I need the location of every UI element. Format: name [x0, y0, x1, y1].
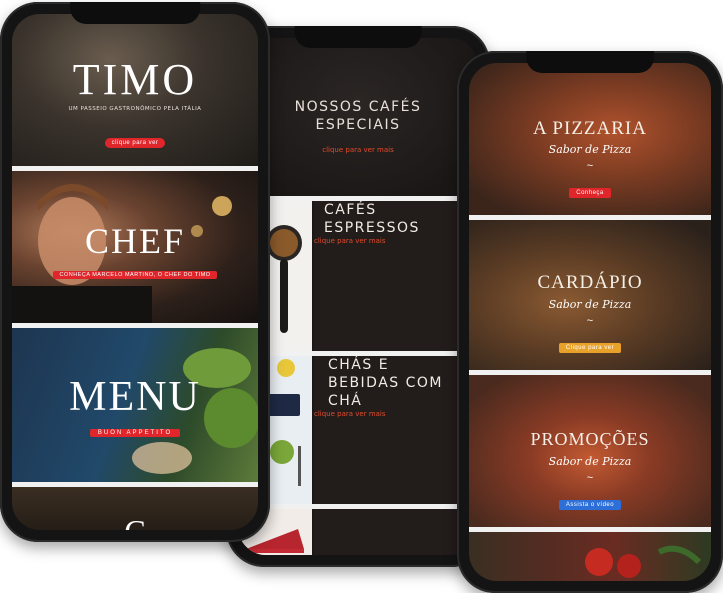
pizzaria-ornament: ~	[586, 160, 594, 172]
promocoes-panel[interactable]: PROMOÇÕES Sabor de Pizza ~ Assista o víd…	[469, 375, 711, 527]
chef-title: CHEF	[84, 221, 186, 261]
phone-screen: TIMO UM PASSEIO GASTRONÔMICO PELA ITÁLIA…	[12, 14, 258, 530]
menu-title: MENU	[69, 374, 201, 420]
menu-panel[interactable]: MENU BUON APPETITO	[12, 328, 258, 482]
chas-title: CHÁS E BEBIDAS COM CHÁ	[328, 357, 444, 409]
coffee-header-link[interactable]: clique para ver mais	[238, 146, 478, 154]
tomatoes-icon	[585, 545, 702, 578]
phone-mockup-pizza: A PIZZARIA Sabor de Pizza ~ Conheça CARD…	[457, 51, 723, 593]
phone-mockup-timo: TIMO UM PASSEIO GASTRONÔMICO PELA ITÁLIA…	[0, 2, 270, 542]
chef-subtitle: CONHEÇA MARCELO MARTINO, O CHEF DO TIMO	[53, 271, 217, 279]
phone-screen: A PIZZARIA Sabor de Pizza ~ Conheça CARD…	[469, 63, 711, 581]
pizzaria-button[interactable]: Conheça	[569, 188, 611, 198]
promocoes-script: Sabor de Pizza	[548, 455, 632, 468]
cardapio-title: CARDÁPIO	[537, 272, 643, 293]
timo-title: TIMO	[72, 55, 198, 104]
menu-subtitle: BUON APPETITO	[89, 429, 181, 437]
coffee-header-panel: NOSSOS CAFÉS ESPECIAIS clique para ver m…	[238, 38, 478, 196]
cardapio-ornament: ~	[586, 315, 594, 327]
promocoes-ornament: ~	[586, 472, 594, 484]
pizzaria-panel[interactable]: A PIZZARIA Sabor de Pizza ~ Conheça	[469, 63, 711, 215]
cardapio-panel[interactable]: CARDÁPIO Sabor de Pizza ~ Clique para ve…	[469, 220, 711, 370]
espressos-link[interactable]: clique para ver mais	[314, 237, 478, 245]
partial-panel: C	[12, 487, 258, 530]
cardapio-button[interactable]: Clique para ver	[558, 343, 622, 353]
phone-notch	[526, 51, 654, 73]
cardapio-script: Sabor de Pizza	[548, 298, 632, 311]
promocoes-title: PROMOÇÕES	[530, 429, 650, 449]
chas-text-area: CHÁS E BEBIDAS COM CHÁ clique para ver m…	[314, 356, 478, 504]
chas-link[interactable]: clique para ver mais	[314, 410, 478, 418]
cake-text-area	[314, 509, 478, 555]
espressos-text-area: CAFÉS ESPRESSOS clique para ver mais	[314, 201, 478, 351]
chef-panel[interactable]: CHEF CONHEÇA MARCELO MARTINO, O CHEF DO …	[12, 171, 258, 323]
phone-notch	[294, 26, 422, 48]
coffee-header-title: NOSSOS CAFÉS ESPECIAIS	[294, 99, 422, 133]
pizzaria-script: Sabor de Pizza	[548, 143, 632, 156]
espressos-title: CAFÉS ESPRESSOS	[324, 202, 420, 236]
phone-notch	[70, 2, 200, 24]
partial-title: C	[12, 515, 258, 530]
chas-row[interactable]: CHÁS E BEBIDAS COM CHÁ clique para ver m…	[238, 356, 478, 504]
pizzaria-title: A PIZZARIA	[533, 118, 647, 139]
cake-row	[238, 509, 478, 555]
timo-button[interactable]: clique para ver	[104, 138, 166, 148]
bottom-food-panel	[469, 532, 711, 581]
timo-panel[interactable]: TIMO UM PASSEIO GASTRONÔMICO PELA ITÁLIA…	[12, 14, 258, 166]
espressos-row[interactable]: CAFÉS ESPRESSOS clique para ver mais	[238, 201, 478, 351]
timo-subtitle: UM PASSEIO GASTRONÔMICO PELA ITÁLIA	[68, 106, 202, 112]
promocoes-button[interactable]: Assista o vídeo	[558, 500, 622, 510]
phone-screen: NOSSOS CAFÉS ESPECIAIS clique para ver m…	[238, 38, 478, 555]
